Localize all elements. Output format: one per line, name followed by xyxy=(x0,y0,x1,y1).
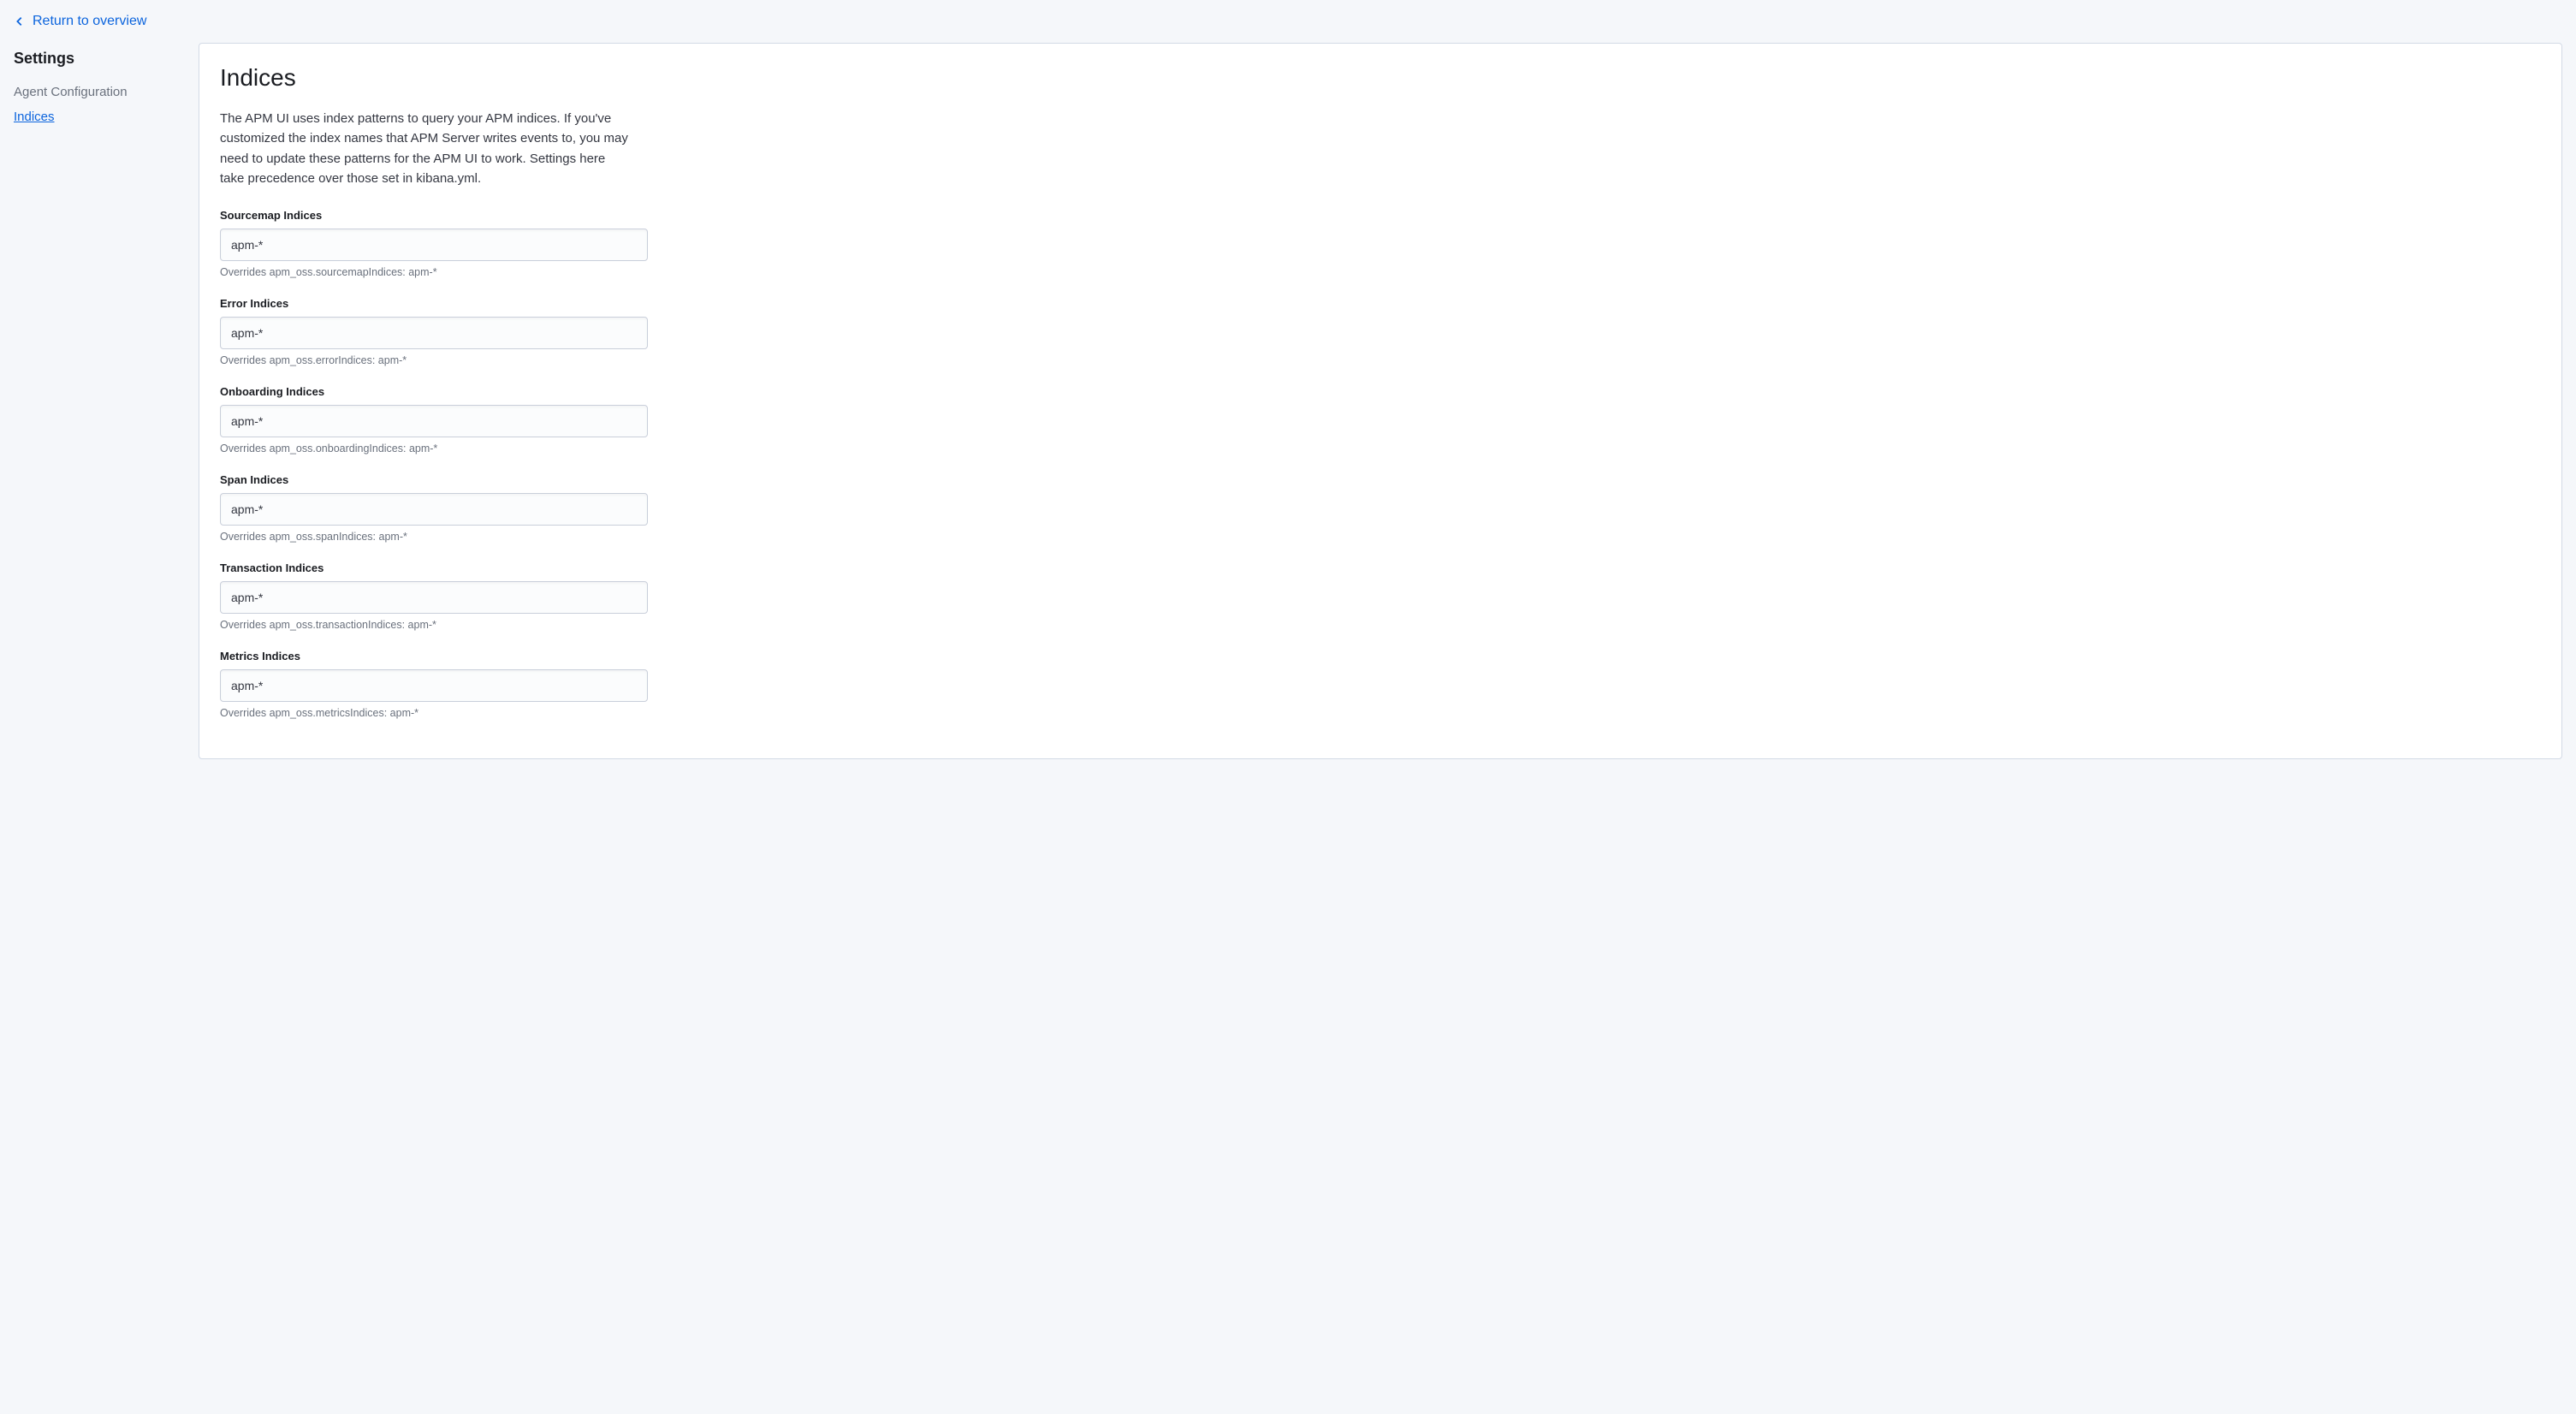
sidebar-title: Settings xyxy=(14,50,185,68)
onboarding-indices-input[interactable] xyxy=(220,405,648,437)
return-link-label: Return to overview xyxy=(33,14,146,29)
main-panel: Indices The APM UI uses index patterns t… xyxy=(199,43,2562,759)
chevron-left-icon xyxy=(14,15,26,27)
form-label: Metrics Indices xyxy=(220,650,648,662)
form-row-transaction-indices: Transaction Indices Overrides apm_oss.tr… xyxy=(220,561,648,631)
page-description: The APM UI uses index patterns to query … xyxy=(220,109,631,188)
form-row-error-indices: Error Indices Overrides apm_oss.errorInd… xyxy=(220,297,648,366)
form-help: Overrides apm_oss.sourcemapIndices: apm-… xyxy=(220,266,648,278)
form-help: Overrides apm_oss.errorIndices: apm-* xyxy=(220,354,648,366)
form-label: Error Indices xyxy=(220,297,648,310)
sidebar-item-label: Agent Configuration xyxy=(14,85,128,99)
form-label: Onboarding Indices xyxy=(220,385,648,398)
span-indices-input[interactable] xyxy=(220,493,648,526)
return-to-overview-link[interactable]: Return to overview xyxy=(0,0,160,43)
sidebar-item-label: Indices xyxy=(14,110,55,124)
sourcemap-indices-input[interactable] xyxy=(220,229,648,261)
error-indices-input[interactable] xyxy=(220,317,648,349)
metrics-indices-input[interactable] xyxy=(220,669,648,702)
form-row-metrics-indices: Metrics Indices Overrides apm_oss.metric… xyxy=(220,650,648,719)
settings-sidebar: Settings Agent Configuration Indices xyxy=(14,43,185,129)
form-row-sourcemap-indices: Sourcemap Indices Overrides apm_oss.sour… xyxy=(220,209,648,278)
form-help: Overrides apm_oss.transactionIndices: ap… xyxy=(220,619,648,631)
form-label: Transaction Indices xyxy=(220,561,648,574)
form-label: Sourcemap Indices xyxy=(220,209,648,222)
form-row-span-indices: Span Indices Overrides apm_oss.spanIndic… xyxy=(220,473,648,543)
form-row-onboarding-indices: Onboarding Indices Overrides apm_oss.onb… xyxy=(220,385,648,454)
sidebar-item-agent-configuration[interactable]: Agent Configuration xyxy=(14,80,185,104)
form-help: Overrides apm_oss.spanIndices: apm-* xyxy=(220,531,648,543)
page-title: Indices xyxy=(220,64,2541,92)
form-help: Overrides apm_oss.onboardingIndices: apm… xyxy=(220,443,648,454)
sidebar-item-indices[interactable]: Indices xyxy=(14,104,185,129)
transaction-indices-input[interactable] xyxy=(220,581,648,614)
form-label: Span Indices xyxy=(220,473,648,486)
form-help: Overrides apm_oss.metricsIndices: apm-* xyxy=(220,707,648,719)
